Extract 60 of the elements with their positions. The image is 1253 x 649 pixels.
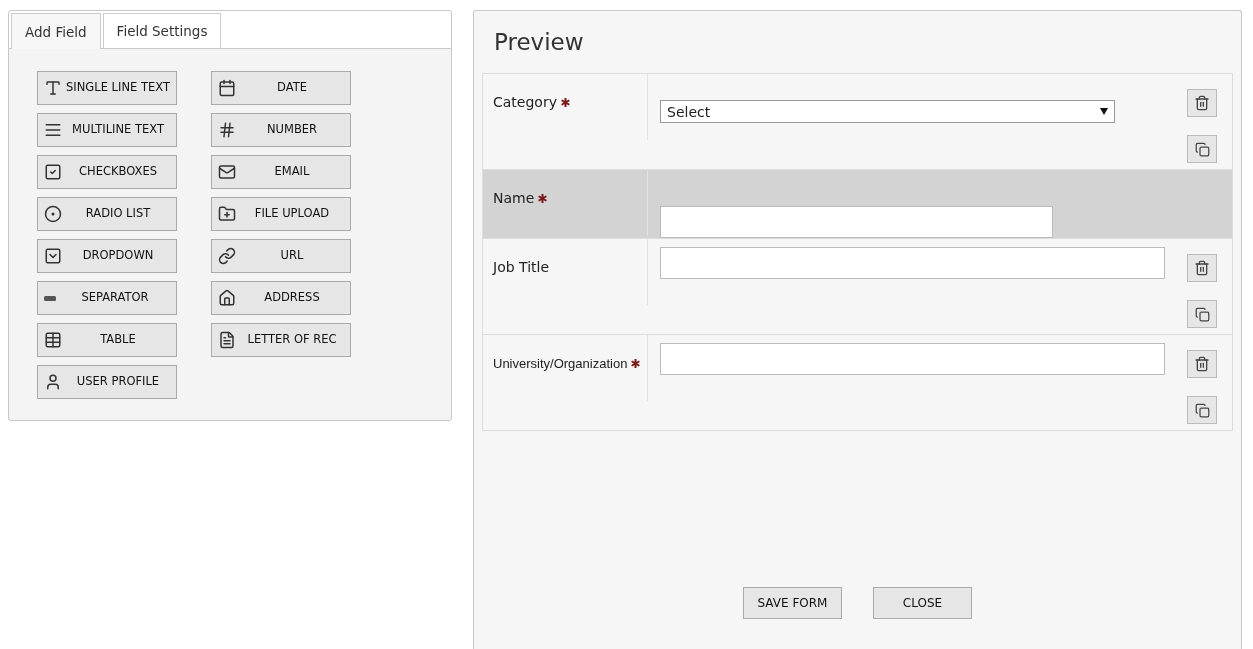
delete-button[interactable] — [1187, 254, 1217, 282]
link-icon — [218, 247, 236, 265]
field-label: Name — [493, 190, 548, 206]
field-label: University/Organization — [493, 356, 641, 371]
copy-button[interactable] — [1187, 135, 1217, 163]
envelope-icon — [218, 163, 236, 181]
calendar-icon — [218, 79, 236, 97]
delete-button[interactable] — [1187, 350, 1217, 378]
field-type-button[interactable]: SEPARATOR — [37, 281, 177, 315]
dropdown-icon — [44, 247, 62, 265]
field-type-button[interactable]: FILE UPLOAD — [211, 197, 351, 231]
tab[interactable]: Field Settings — [102, 13, 222, 48]
trash-icon — [1194, 95, 1210, 111]
lines-icon — [44, 121, 62, 139]
field-type-button[interactable]: USER PROFILE — [37, 365, 177, 399]
preview-title: Preview — [494, 29, 585, 55]
checkbox-icon — [44, 163, 62, 181]
field-type-button[interactable]: CHECKBOXES — [37, 155, 177, 189]
copy-icon — [1194, 141, 1210, 157]
trash-icon — [1194, 260, 1210, 276]
field-type-button[interactable]: RADIO LIST — [37, 197, 177, 231]
save-button[interactable]: SAVE FORM — [743, 587, 842, 619]
minus-icon — [44, 295, 56, 301]
text-field[interactable] — [660, 343, 1165, 375]
copy-icon — [1194, 306, 1210, 322]
copy-icon — [1194, 402, 1210, 418]
copy-button[interactable] — [1187, 396, 1217, 424]
document-icon — [218, 331, 236, 349]
field-type-button[interactable]: EMAIL — [211, 155, 351, 189]
trash-icon — [1194, 356, 1210, 372]
house-icon — [218, 289, 236, 307]
field-type-button[interactable]: ADDRESS — [211, 281, 351, 315]
field-type-button[interactable]: DROPDOWN — [37, 239, 177, 273]
text-field[interactable] — [660, 206, 1053, 238]
field-type-button[interactable]: TABLE — [37, 323, 177, 357]
folder-icon — [218, 205, 236, 223]
field-label: Job Title — [493, 259, 550, 275]
table-icon — [44, 331, 62, 349]
field-type-button[interactable]: SINGLE LINE TEXT — [37, 71, 177, 105]
tab[interactable]: Add Field — [11, 13, 101, 49]
copy-button[interactable] — [1187, 300, 1217, 328]
field-type-button[interactable]: MULTILINE TEXT — [37, 113, 177, 147]
user-icon — [44, 373, 62, 391]
number-icon — [218, 121, 236, 139]
text-field[interactable] — [660, 247, 1165, 279]
text-icon — [44, 79, 62, 97]
form-row[interactable]: Name — [483, 169, 1232, 238]
radio-icon — [44, 205, 62, 223]
delete-button[interactable] — [1187, 89, 1217, 117]
field-type-button[interactable]: DATE — [211, 71, 351, 105]
form-row[interactable]: Job Title — [483, 238, 1232, 334]
form-row[interactable]: University/Organization — [483, 334, 1232, 430]
select-field[interactable]: Select — [660, 100, 1115, 123]
form-row[interactable]: Category Select — [483, 74, 1232, 169]
field-type-button[interactable]: URL — [211, 239, 351, 273]
close-button[interactable]: CLOSE — [873, 587, 972, 619]
field-type-button[interactable]: LETTER OF REC — [211, 323, 351, 357]
field-label: Category — [493, 94, 570, 110]
field-type-button[interactable]: NUMBER — [211, 113, 351, 147]
caret-icon — [1100, 108, 1108, 115]
